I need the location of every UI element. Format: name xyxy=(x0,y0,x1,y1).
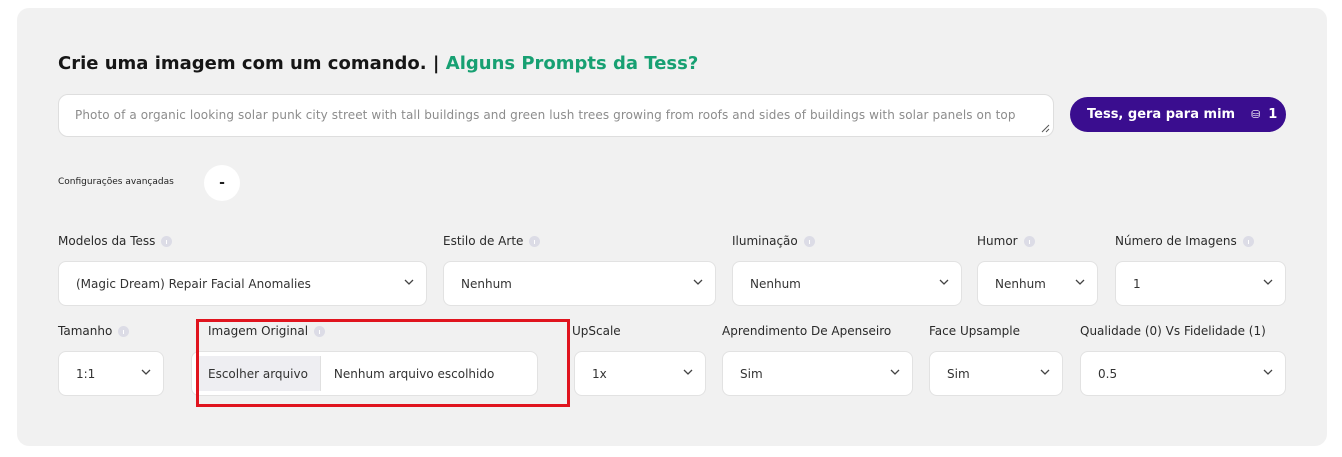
apprentice-select[interactable]: Sim xyxy=(722,351,913,396)
page-title: Crie uma imagem com um comando. | Alguns… xyxy=(58,53,698,74)
chevron-down-icon xyxy=(683,369,693,375)
info-icon[interactable] xyxy=(1023,235,1035,247)
apprentice-value: Sim xyxy=(740,366,763,381)
size-label: Tamanho xyxy=(58,324,130,338)
models-select[interactable]: (Magic Dream) Repair Facial Anomalies xyxy=(58,261,427,306)
original-image-label: Imagem Original xyxy=(208,324,326,338)
choose-file-button[interactable]: Escolher arquivo xyxy=(196,356,321,391)
models-label: Modelos da Tess xyxy=(58,234,173,248)
prompts-link[interactable]: Alguns Prompts da Tess? xyxy=(446,53,699,74)
prompt-placeholder: Photo of a organic looking solar punk ci… xyxy=(75,108,1016,122)
info-icon[interactable] xyxy=(529,235,541,247)
image-count-label: Número de Imagens xyxy=(1115,234,1254,248)
credit-count: 1 xyxy=(1268,107,1278,122)
chevron-down-icon xyxy=(693,279,703,285)
apprentice-label: Aprendimento De Apenseiro xyxy=(722,324,892,338)
chevron-down-icon xyxy=(141,369,151,375)
original-image-file-input[interactable]: Escolher arquivo Nenhum arquivo escolhid… xyxy=(191,351,538,396)
chevron-down-icon xyxy=(890,369,900,375)
quality-fidelity-label: Qualidade (0) Vs Fidelidade (1) xyxy=(1080,324,1266,338)
lighting-value: Nenhum xyxy=(750,276,801,291)
chevron-down-icon xyxy=(1040,369,1050,375)
chevron-down-icon xyxy=(939,279,949,285)
size-value: 1:1 xyxy=(76,366,96,381)
title-text: Crie uma imagem com um comando. | xyxy=(58,53,440,74)
chevron-down-icon xyxy=(1263,369,1273,375)
info-icon[interactable] xyxy=(1242,235,1254,247)
face-upsample-value: Sim xyxy=(947,366,970,381)
lighting-label: Iluminação xyxy=(732,234,815,248)
models-value: (Magic Dream) Repair Facial Anomalies xyxy=(76,276,311,291)
prompt-textarea[interactable]: Photo of a organic looking solar punk ci… xyxy=(58,94,1054,137)
face-upsample-label: Face Upsample xyxy=(929,324,1020,338)
mood-label: Humor xyxy=(977,234,1035,248)
coins-icon: ⛁ xyxy=(1251,108,1261,121)
chevron-down-icon xyxy=(1263,279,1273,285)
mood-select[interactable]: Nenhum xyxy=(977,261,1098,306)
info-icon[interactable] xyxy=(314,325,326,337)
generate-label: Tess, gera para mim xyxy=(1087,107,1236,122)
upscale-select[interactable]: 1x xyxy=(574,351,706,396)
size-select[interactable]: 1:1 xyxy=(58,351,164,396)
resize-handle-icon[interactable] xyxy=(1040,123,1050,133)
upscale-value: 1x xyxy=(592,366,607,381)
info-icon[interactable] xyxy=(803,235,815,247)
art-style-label: Estilo de Arte xyxy=(443,234,541,248)
image-generator-panel: Crie uma imagem com um comando. | Alguns… xyxy=(17,8,1327,446)
info-icon[interactable] xyxy=(161,235,173,247)
art-style-value: Nenhum xyxy=(461,276,512,291)
chevron-down-icon xyxy=(404,279,414,285)
file-status: Nenhum arquivo escolhido xyxy=(333,366,495,381)
chevron-down-icon xyxy=(1075,279,1085,285)
info-icon[interactable] xyxy=(118,325,130,337)
mood-value: Nenhum xyxy=(995,276,1046,291)
generate-button[interactable]: Tess, gera para mim ⛁ 1 xyxy=(1070,97,1286,132)
face-upsample-select[interactable]: Sim xyxy=(929,351,1063,396)
image-count-select[interactable]: 1 xyxy=(1115,261,1286,306)
quality-fidelity-value: 0.5 xyxy=(1098,366,1118,381)
advanced-settings-label: Configurações avançadas xyxy=(58,177,174,187)
quality-fidelity-select[interactable]: 0.5 xyxy=(1080,351,1286,396)
lighting-select[interactable]: Nenhum xyxy=(732,261,962,306)
advanced-settings-toggle[interactable]: - xyxy=(204,165,240,201)
art-style-select[interactable]: Nenhum xyxy=(443,261,716,306)
image-count-value: 1 xyxy=(1133,276,1141,291)
upscale-label: UpScale xyxy=(572,324,621,338)
